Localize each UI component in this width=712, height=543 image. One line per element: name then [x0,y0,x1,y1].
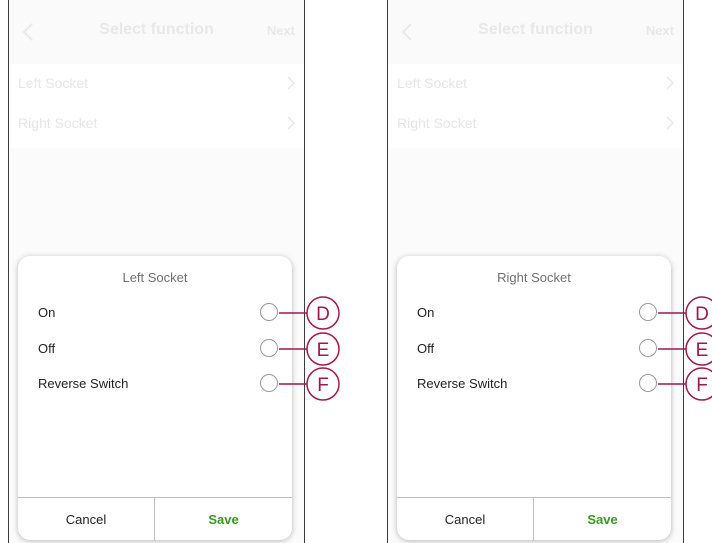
chevron-right-icon [666,116,674,130]
radio-button-off[interactable] [639,339,657,357]
sheet-footer: Cancel Save [18,497,292,541]
list-item-left-socket[interactable]: Left Socket [388,64,683,104]
callout-circle [685,296,712,330]
page-title: Select function [99,21,214,38]
callout-circle [306,332,340,366]
app-header: Select function Next [9,0,304,64]
radio-button-reverse-switch[interactable] [639,374,657,392]
sheet-footer: Cancel Save [397,497,671,541]
sheet-title: Left Socket [122,270,188,285]
list-item-label: Right Socket [397,115,477,131]
list-item-right-socket[interactable]: Right Socket [388,104,683,144]
callout-label-e: E [696,340,709,361]
cancel-button[interactable]: Cancel [397,498,534,541]
radio-button-off[interactable] [260,339,278,357]
option-on[interactable]: On [18,298,292,328]
app-header: Select function Next [388,0,683,64]
function-picker-sheet: Right Socket On Off Reverse Switch Cance… [397,256,671,541]
next-button[interactable]: Next [646,23,674,38]
option-label: On [417,305,435,320]
chevron-right-icon [287,116,295,130]
callout-circle [685,332,712,366]
list-item-left-socket[interactable]: Left Socket [9,64,304,104]
option-label: Reverse Switch [417,376,508,391]
option-reverse-switch[interactable]: Reverse Switch [18,369,292,399]
callout-circle [685,367,712,401]
option-off[interactable]: Off [397,334,671,364]
chevron-right-icon [666,76,674,90]
radio-button-on[interactable] [260,303,278,321]
phone-screen-right: Select function Next Left Socket Right S… [387,0,684,543]
callout-label-e: E [317,340,330,361]
save-button[interactable]: Save [155,498,292,541]
option-label: Reverse Switch [38,376,129,391]
chevron-right-icon [287,76,295,90]
save-button[interactable]: Save [534,498,671,541]
sheet-title: Right Socket [497,270,571,285]
callout-label-f: F [696,375,708,396]
page-title: Select function [478,21,593,38]
option-reverse-switch[interactable]: Reverse Switch [397,369,671,399]
option-label: Off [38,341,56,356]
next-button[interactable]: Next [267,23,295,38]
callout-label-d: D [695,304,709,325]
callout-label-d: D [316,304,330,325]
callout-circle [306,296,340,330]
option-on[interactable]: On [397,298,671,328]
cancel-button[interactable]: Cancel [18,498,155,541]
option-label: On [38,305,56,320]
function-picker-sheet: Left Socket On Off Reverse Switch Cancel… [18,256,292,541]
list-item-label: Left Socket [397,75,468,91]
list-item-label: Right Socket [18,115,98,131]
option-off[interactable]: Off [18,334,292,364]
phone-screen-left: Select function Next Left Socket Right S… [8,0,305,543]
radio-button-on[interactable] [639,303,657,321]
callout-circle [306,367,340,401]
radio-button-reverse-switch[interactable] [260,374,278,392]
list-item-right-socket[interactable]: Right Socket [9,104,304,144]
callout-label-f: F [317,375,329,396]
option-label: Off [417,341,435,356]
list-item-label: Left Socket [18,75,89,91]
